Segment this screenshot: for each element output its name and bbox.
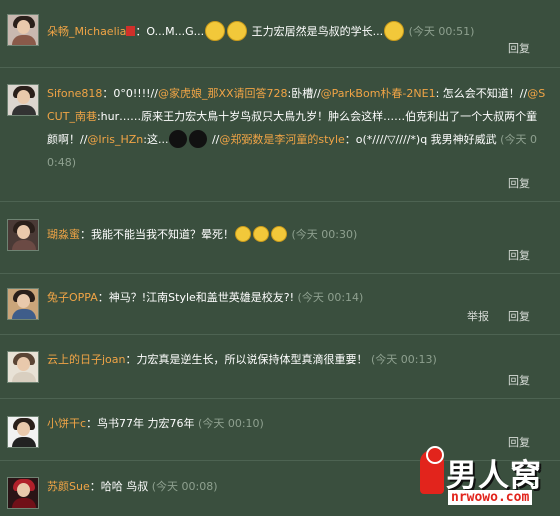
timestamp: (今天 00:08) <box>148 480 218 493</box>
avatar[interactable] <box>7 351 39 383</box>
smug-face-emoji-icon <box>253 226 269 242</box>
username-link[interactable]: 瑚淼蜜 <box>47 228 80 241</box>
logo-url: nrwowo.com <box>448 490 533 505</box>
username-link[interactable]: 朵畅_Michaelia <box>47 25 126 38</box>
reply-button[interactable]: 回复 <box>508 175 530 191</box>
comment-text: ：我能不能当我不知道？晕死！ <box>80 228 234 241</box>
comment-content: 瑚淼蜜：我能不能当我不知道？晕死！ (今天 00:30) <box>47 223 547 246</box>
divider <box>0 201 560 202</box>
logo-title: 男人窝 <box>446 458 542 494</box>
timestamp: (今天 00:13) <box>367 353 437 366</box>
report-button[interactable]: 举报 <box>467 308 489 324</box>
comment-text: ：0°0!!!!// <box>102 87 158 100</box>
sweating-face-emoji-icon <box>384 21 405 41</box>
divider <box>0 398 560 399</box>
smug-face-emoji-icon <box>235 226 251 242</box>
comment-text: ：o(*////▽////*)q 我男神好威武 <box>344 133 497 146</box>
comment-text: ：鸟书77年 力宏76年 <box>86 417 195 430</box>
username-link[interactable]: Sifone818 <box>47 87 102 100</box>
reply-button[interactable]: 回复 <box>508 40 530 56</box>
comment-content: Sifone818：0°0!!!!//@家虎娘_那XX请回答728:卧槽//@P… <box>47 82 547 174</box>
timestamp: (今天 00:51) <box>405 25 475 38</box>
comment-text: ：哈哈 鸟叔 <box>89 480 149 493</box>
divider <box>0 334 560 335</box>
reply-button[interactable]: 回复 <box>508 372 530 388</box>
avatar[interactable] <box>7 416 39 448</box>
divider <box>0 273 560 274</box>
avatar[interactable] <box>7 219 39 251</box>
mention-link[interactable]: @ParkBom朴春-2NE1 <box>321 87 436 100</box>
black-ball-emoji-icon <box>169 130 188 148</box>
reply-button[interactable]: 回复 <box>508 247 530 263</box>
username-link[interactable]: 小饼干c <box>47 417 86 430</box>
comment-text: ：力宏真是逆生长，所以说保持体型真滴很重要！ <box>125 353 368 366</box>
avatar[interactable] <box>7 14 39 46</box>
timestamp: (今天 00:14) <box>294 291 364 304</box>
avatar[interactable] <box>7 84 39 116</box>
comment-text: :这... <box>143 133 169 146</box>
mention-link[interactable]: @Iris_HZn <box>87 133 143 146</box>
comment-text: ：O...M...G... <box>135 25 205 38</box>
comment-content: 小饼干c：鸟书77年 力宏76年 (今天 00:10) <box>47 412 547 435</box>
timestamp: (今天 00:30) <box>288 228 358 241</box>
comment-text: 王力宏居然是鸟叔的学长... <box>248 25 384 38</box>
comment-text: :卧槽// <box>287 87 321 100</box>
avatar[interactable] <box>7 477 39 509</box>
logo-figure-icon <box>420 446 444 494</box>
avatar[interactable] <box>7 288 39 320</box>
mention-link[interactable]: @家虎娘_那XX请回答728 <box>158 87 288 100</box>
comment-text: // <box>208 133 220 146</box>
comment-text: : 怎么会不知道！// <box>435 87 528 100</box>
smug-face-emoji-icon <box>271 226 287 242</box>
username-link[interactable]: 兔子OPPA <box>47 291 98 304</box>
comment-content: 兔子OPPA：神马？!江南Style和盖世英雄是校友?! (今天 00:14) <box>47 286 547 309</box>
crying-face-emoji-icon <box>227 21 248 41</box>
shocked-face-emoji-icon <box>205 21 226 41</box>
black-ball-emoji-icon <box>189 130 208 148</box>
comment-text: ：神马？!江南Style和盖世英雄是校友?! <box>97 291 295 304</box>
comment-content: 云上的日子joan：力宏真是逆生长，所以说保持体型真滴很重要！ (今天 00:1… <box>47 348 547 371</box>
username-link[interactable]: 云上的日子joan <box>47 353 126 366</box>
site-watermark-logo: 男人窝 nrwowo.com <box>418 444 556 514</box>
comment-content: 朵畅_Michaelia ：O...M...G... 王力宏居然是鸟叔的学长...… <box>47 20 547 43</box>
reply-button[interactable]: 回复 <box>508 308 530 324</box>
timestamp: (今天 00:10) <box>194 417 264 430</box>
username-link[interactable]: 苏颜Sue <box>47 480 90 493</box>
divider <box>0 67 560 68</box>
mention-link[interactable]: @郑弼数是李河童的style <box>219 133 344 146</box>
